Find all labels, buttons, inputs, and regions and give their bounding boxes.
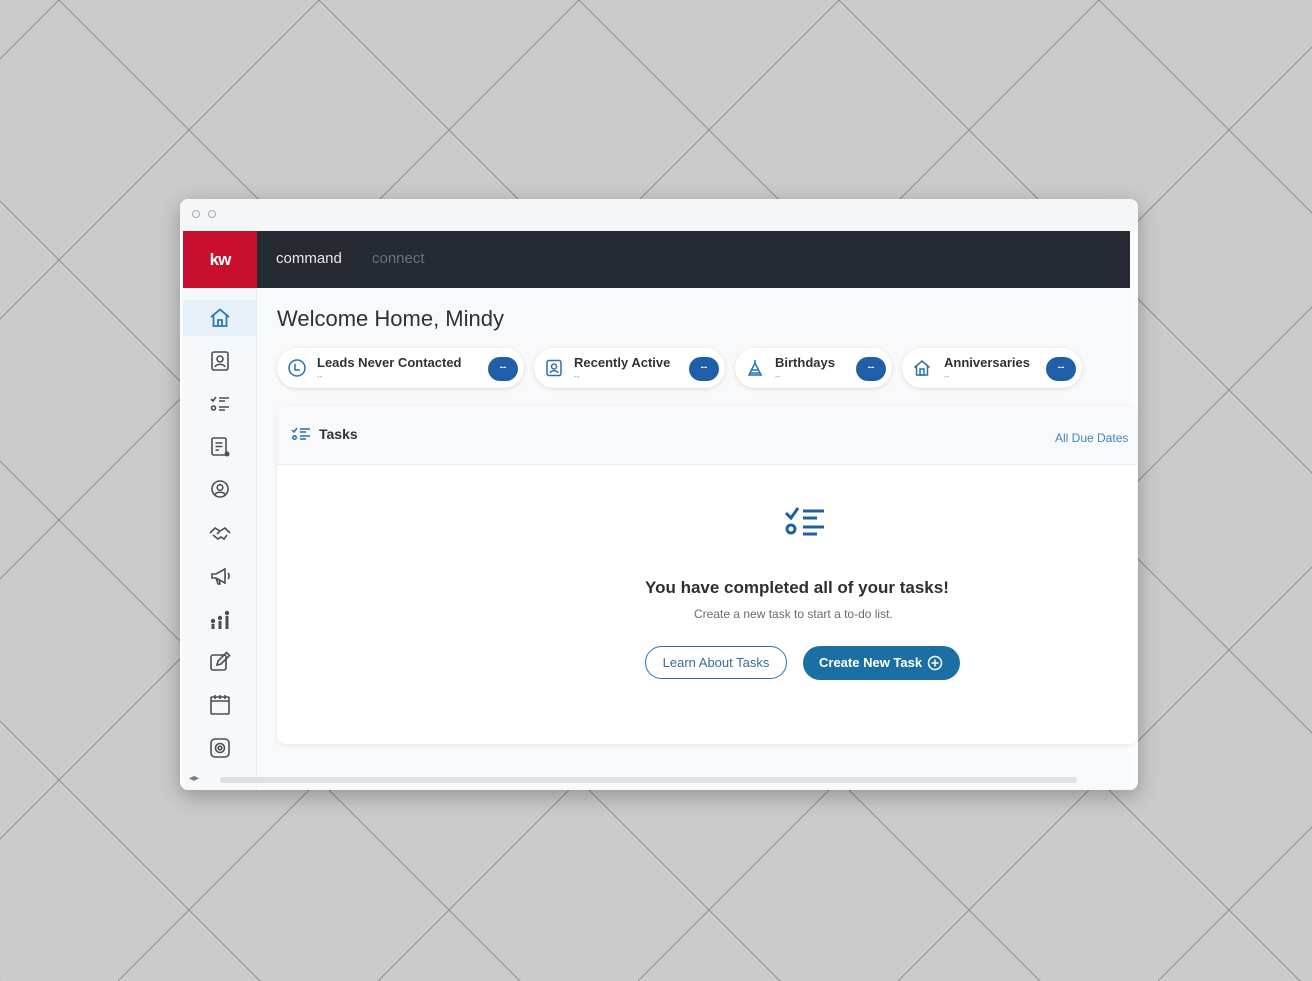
chip-label: Recently Active [574,355,671,370]
window-close-control[interactable] [192,210,200,218]
megaphone-icon [210,567,230,585]
chip-leads-never-contacted[interactable]: Leads Never Contacted -- -- [277,348,524,388]
tasks-list-icon [291,427,310,441]
sidebar-item-documents[interactable] [183,429,256,465]
cake-icon [747,360,763,376]
chip-badge[interactable]: -- [689,357,719,381]
sidebar-item-edit[interactable] [183,644,256,680]
sidebar-item-tasks[interactable] [183,386,256,422]
nav-command[interactable]: command [276,250,342,267]
main-content: Welcome Home, Mindy Leads Never Contacte… [257,288,1137,790]
top-navigation-bar: kw command connect [183,231,1130,288]
edit-icon [209,651,231,671]
window-titlebar [180,199,1138,231]
sidebar-item-contacts[interactable] [183,343,256,379]
chip-birthdays[interactable]: Birthdays -- -- [735,348,892,388]
chip-anniversaries[interactable]: Anniversaries -- -- [902,348,1082,388]
chip-count: -- [775,372,781,381]
chip-badge[interactable]: -- [488,357,518,381]
contact-card-icon [546,359,562,377]
create-new-task-label: Create New Task [819,655,923,670]
chip-label: Anniversaries [944,355,1030,370]
chip-count: -- [944,372,950,381]
nav-connect[interactable]: connect [372,250,425,267]
create-new-task-button[interactable]: Create New Task [803,646,960,680]
home-icon [209,308,230,327]
sidebar-item-deals[interactable] [183,515,256,551]
tasks-title: Tasks [319,426,358,442]
handshake-icon [208,526,231,541]
chip-label: Birthdays [775,355,835,370]
chip-badge[interactable]: -- [856,357,886,381]
tasks-panel: Tasks All Due Dates You have completed a… [277,406,1137,744]
chip-recently-active[interactable]: Recently Active -- -- [534,348,725,388]
all-due-dates-link[interactable]: All Due Dates [1055,431,1128,445]
background-line [1157,826,1312,981]
sidebar-item-locations[interactable] [183,472,256,508]
scroll-left-arrow-icon[interactable]: ◂▸ [189,773,199,785]
analytics-icon [210,610,229,629]
sidebar-item-analytics[interactable] [183,601,256,637]
contacts-icon [210,351,229,371]
sidebar [183,288,257,790]
horizontal-scrollbar[interactable] [220,777,1077,783]
chip-label: Leads Never Contacted [317,355,462,370]
sidebar-item-calendar[interactable] [183,687,256,723]
sidebar-item-home[interactable] [183,300,256,336]
learn-about-tasks-button[interactable]: Learn About Tasks [645,646,787,679]
settings-icon [209,738,230,758]
document-icon [210,437,229,457]
house-icon [914,360,930,376]
tasks-list-icon [209,396,229,411]
empty-state-title: You have completed all of your tasks! [645,578,949,597]
location-pin-icon [210,480,229,498]
chip-count: -- [317,372,323,381]
app-window: kw command connect Welcome Home, Mindy L… [180,199,1138,790]
window-minimize-control[interactable] [208,210,216,218]
tasks-header: Tasks All Due Dates [277,406,1137,465]
empty-state-subtitle: Create a new task to start a to-do list. [694,607,893,621]
sidebar-item-marketing[interactable] [183,558,256,594]
plus-circle-icon [927,655,943,671]
chip-count: -- [574,372,580,381]
calendar-icon [209,695,230,715]
task-checklist-icon [784,507,824,536]
kw-logo[interactable]: kw [183,231,257,288]
page-title: Welcome Home, Mindy [277,306,504,331]
sidebar-item-settings[interactable] [183,730,256,766]
clock-icon [288,359,306,377]
chip-badge[interactable]: -- [1046,357,1076,381]
